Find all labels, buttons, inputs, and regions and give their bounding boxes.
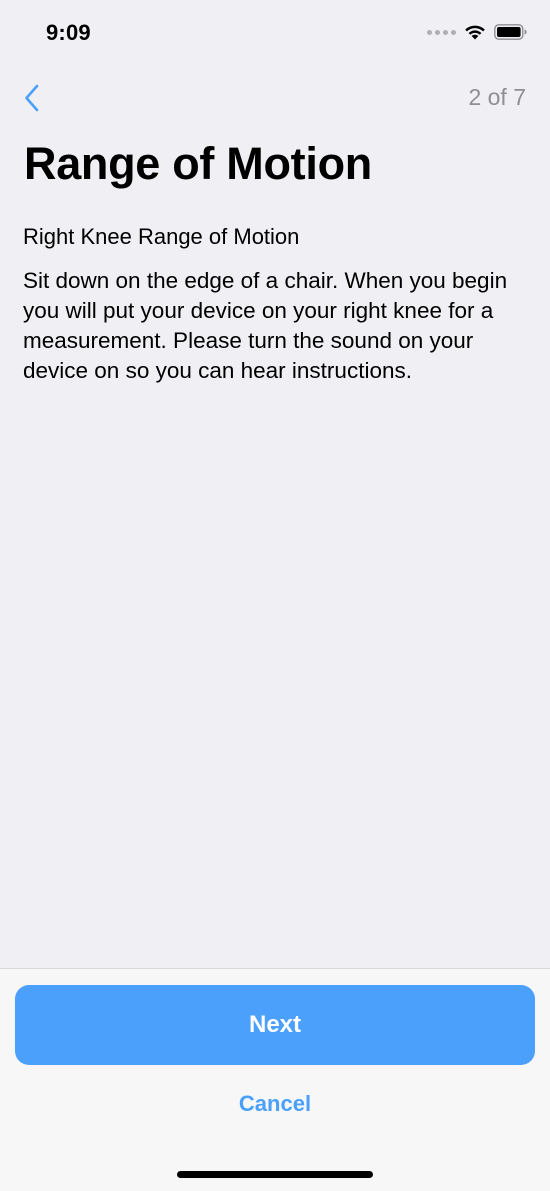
wifi-icon	[465, 25, 485, 40]
battery-icon	[494, 24, 527, 40]
status-time: 9:09	[46, 20, 91, 45]
home-indicator[interactable]	[177, 1171, 373, 1178]
status-bar: 9:09	[0, 0, 550, 70]
footer: Next Cancel	[0, 968, 550, 1191]
status-icons	[427, 24, 528, 40]
cancel-button[interactable]: Cancel	[175, 1083, 375, 1125]
instruction-text: Sit down on the edge of a chair. When yo…	[23, 268, 508, 383]
back-button[interactable]	[14, 80, 50, 116]
signal-dots-icon	[427, 29, 456, 35]
page-title: Range of Motion	[24, 138, 372, 189]
step-subtitle: Right Knee Range of Motion	[23, 224, 300, 249]
step-indicator: 2 of 7	[468, 84, 526, 110]
chevron-left-icon	[25, 84, 39, 112]
next-button[interactable]: Next	[15, 985, 535, 1065]
navigation-bar: 2 of 7	[0, 70, 550, 126]
